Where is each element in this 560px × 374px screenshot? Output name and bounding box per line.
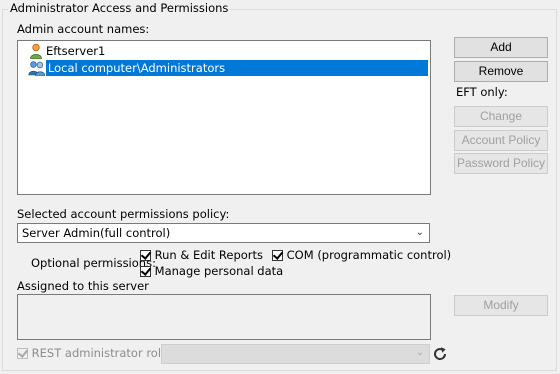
checkbox-checked-icon [140, 250, 151, 261]
assigned-servers-box[interactable] [17, 294, 431, 340]
group-title: Administrator Access and Permissions [8, 1, 231, 16]
eft-only-label: EFT only: [456, 85, 508, 99]
password-policy-button[interactable]: Password Policy [454, 153, 548, 174]
checkbox-checked-icon [17, 348, 28, 359]
modify-button[interactable]: Modify [454, 295, 548, 316]
remove-button[interactable]: Remove [454, 61, 548, 82]
checkbox-checked-icon [272, 250, 283, 261]
chevron-down-icon: ⌄ [415, 227, 424, 238]
chevron-down-icon: ⌄ [415, 347, 424, 358]
list-item-label: Eftserver1 [46, 44, 106, 58]
list-item-label: Local computer\Administrators [45, 60, 428, 76]
run-edit-reports-checkbox[interactable]: Run & Edit Reports [140, 248, 263, 262]
policy-select[interactable]: Server Admin(full control) ⌄ [17, 223, 430, 243]
rest-role-label: REST administrator role: [31, 346, 172, 360]
manage-personal-data-checkbox[interactable]: Manage personal data [140, 264, 283, 278]
com-label: COM (programmatic control) [286, 248, 452, 262]
admin-accounts-list[interactable]: Eftserver1 Local computer\Administrators [17, 40, 431, 195]
assigned-label: Assigned to this server [17, 279, 149, 293]
rest-role-select[interactable]: ⌄ [161, 344, 430, 364]
policy-label: Selected account permissions policy: [17, 207, 230, 221]
com-checkbox[interactable]: COM (programmatic control) [272, 248, 451, 262]
manage-personal-data-label: Manage personal data [154, 264, 284, 278]
user-group-icon [28, 61, 46, 76]
run-edit-reports-label: Run & Edit Reports [154, 248, 264, 262]
change-password-button[interactable]: Change Password [454, 106, 548, 142]
list-item-local-administrators[interactable]: Local computer\Administrators [28, 60, 428, 76]
refresh-icon[interactable] [432, 346, 448, 362]
account-policy-button[interactable]: Account Policy [454, 130, 548, 151]
checkbox-checked-icon [140, 266, 151, 277]
list-item-eftserver1[interactable]: Eftserver1 [28, 43, 107, 59]
rest-role-checkbox[interactable]: REST administrator role: [17, 346, 172, 360]
optional-permissions-label: Optional permissions: [31, 256, 156, 270]
user-icon [30, 43, 42, 59]
policy-select-value: Server Admin(full control) [22, 226, 171, 240]
add-button[interactable]: Add [454, 37, 548, 58]
admin-list-label: Admin account names: [17, 22, 150, 36]
